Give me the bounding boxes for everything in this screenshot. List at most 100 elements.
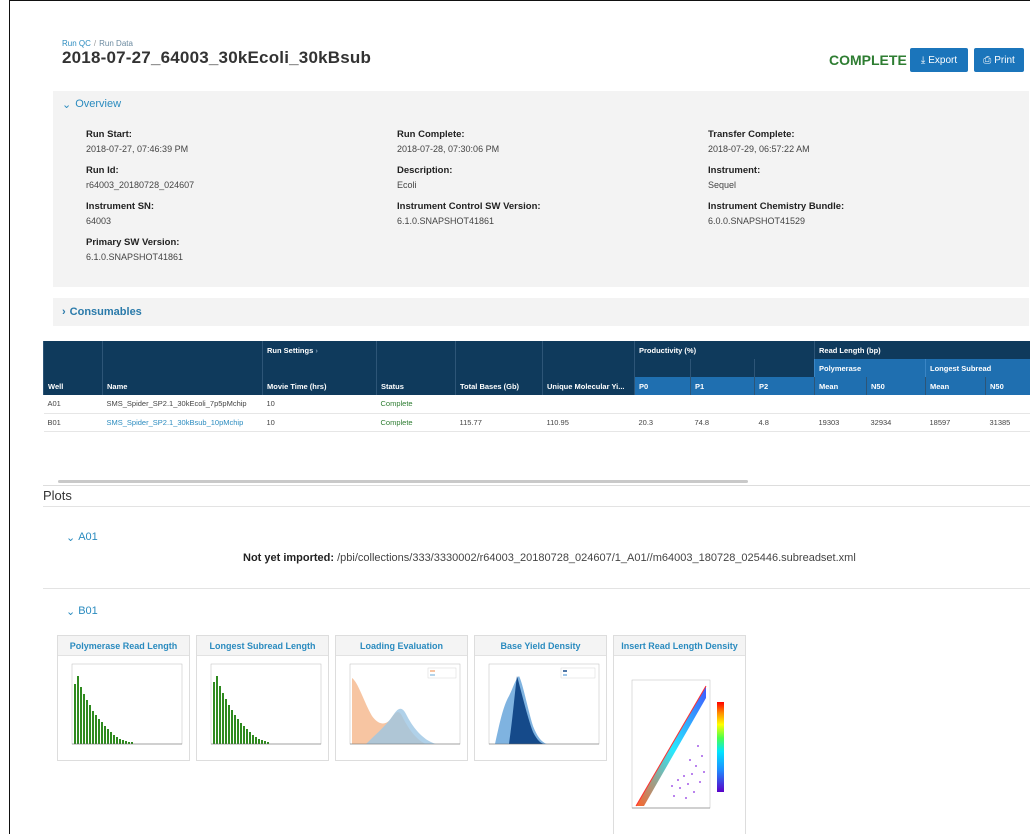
field-label: Run Id: [86,165,119,176]
chevron-down-icon: ⌄ [66,532,76,544]
breadcrumb-run-qc-link[interactable]: Run QC [62,39,91,48]
field-control-sw-version: Instrument Control SW Version: 6.1.0.SNAP… [397,201,541,226]
breadcrumb-current: Run Data [99,39,133,48]
subgroup-polymerase: Polymerase [814,359,926,377]
field-run-start: Run Start: 2018-07-27, 07:46:39 PM [86,129,188,154]
field-value: 2018-07-28, 07:30:06 PM [397,144,500,154]
cell-name: SMS_Spider_SP2.1_30kEcoli_7p5pMchip [102,395,263,414]
field-value: 6.1.0.SNAPSHOT41861 [86,252,184,262]
subgroup-empty [455,359,543,377]
well-a01-toggle[interactable]: ⌄ A01 [66,531,98,544]
field-value: 6.1.0.SNAPSHOT41861 [397,216,495,226]
cell-polymerase-n50: 32934 [866,413,926,432]
group-header-empty [43,341,103,359]
plot-card-longest-subread-length[interactable]: Longest Subread Length [196,635,329,761]
consumables-toggle[interactable]: › Consumables [53,298,1029,326]
cell-p1: 74.8 [690,413,755,432]
plot-card-insert-read-length-density[interactable]: Insert Read Length Density [613,635,746,834]
field-value: 64003 [86,216,112,226]
subgroup-empty [634,359,691,377]
cell-total-bases: 115.77 [455,413,543,432]
well-a01-label: A01 [78,531,98,543]
field-description: Description: Ecoli [397,165,452,190]
group-header-empty [102,341,263,359]
chevron-down-icon: ⌄ [62,98,72,111]
column-header-p2[interactable]: P2 [754,377,815,395]
well-b01-toggle[interactable]: ⌄ B01 [66,605,98,618]
plot-title: Longest Subread Length [197,636,328,656]
cell-movie-time: 10 [262,413,377,432]
plots-heading: Plots [43,488,72,503]
field-label: Description: [397,165,453,176]
field-value: 2018-07-29, 06:57:22 AM [708,144,810,154]
print-button[interactable]: ⎙ Print [974,48,1024,72]
cell-name-link[interactable]: SMS_Spider_SP2.1_30kBsub_10pMchip [102,413,263,432]
export-button[interactable]: ⤓ Export [910,48,968,72]
chevron-down-icon: ⌄ [66,606,76,618]
page-title: 2018-07-27_64003_30kEcoli_30kBsub [62,48,372,67]
field-label: Run Complete: [397,129,465,140]
field-label: Run Start: [86,129,132,140]
subgroup-empty [754,359,815,377]
column-header-polymerase-n50[interactable]: N50 [866,377,926,395]
divider [43,588,1030,589]
column-header-movie-time[interactable]: Movie Time (hrs) [262,377,377,395]
longest-subread-length-histogram [210,663,322,745]
export-label: Export [928,54,958,66]
column-header-well[interactable]: Well [43,377,103,395]
field-run-id: Run Id: r64003_20180728_024607 [86,165,194,190]
column-header-p0[interactable]: P0 [634,377,691,395]
group-header-empty [376,341,456,359]
field-run-complete: Run Complete: 2018-07-28, 07:30:06 PM [397,129,499,154]
column-header-subread-mean[interactable]: Mean [925,377,986,395]
cell-total-bases [455,395,543,414]
plot-card-base-yield-density[interactable]: Base Yield Density [474,635,607,761]
run-settings-label: Run Settings [267,345,314,355]
plot-card-loading-evaluation[interactable]: Loading Evaluation [335,635,468,761]
column-header-name[interactable]: Name [102,377,263,395]
divider [43,506,1030,507]
field-value: 2018-07-27, 07:46:39 PM [86,144,189,154]
print-label: Print [994,54,1015,66]
subgroup-empty [376,359,456,377]
column-header-status[interactable]: Status [376,377,456,395]
column-header-unique-molecular-yield[interactable]: Unique Molecular Yi... [542,377,635,395]
cell-subread-n50: 31385 [985,413,1030,432]
cell-unique-molecular-yield [542,395,635,414]
chevron-right-icon: › [62,306,66,318]
group-header-read-length: Read Length (bp) [813,341,1030,359]
overview-toggle[interactable]: ⌄ Overview [53,91,1029,117]
plot-card-polymerase-read-length[interactable]: Polymerase Read Length [57,635,190,761]
cell-polymerase-mean [814,395,867,414]
table-row[interactable]: A01 SMS_Spider_SP2.1_30kEcoli_7p5pMchip … [43,395,1030,414]
cell-p1 [690,395,755,414]
run-data-table: Run Settings › Productivity (%) Read Len… [43,341,1030,486]
not-imported-path: /pbi/collections/333/3330002/r64003_2018… [337,552,856,564]
cell-p2 [754,395,815,414]
field-label: Instrument SN: [86,201,155,212]
plot-title: Insert Read Length Density [614,636,745,656]
loading-evaluation-density [349,663,461,745]
plot-title: Polymerase Read Length [58,636,189,656]
table-row[interactable]: B01 SMS_Spider_SP2.1_30kBsub_10pMchip 10… [43,413,1030,432]
column-header-total-bases[interactable]: Total Bases (Gb) [455,377,543,395]
overview-label: Overview [75,98,122,110]
cell-subread-mean: 18597 [925,413,986,432]
group-header-productivity: Productivity (%) [634,341,815,359]
column-header-subread-n50[interactable]: N50 [984,377,1030,395]
printer-icon: ⎙ [983,54,992,66]
field-value: 6.0.0.SNAPSHOT41529 [708,216,806,226]
cell-status: Complete [376,413,456,432]
plot-title: Base Yield Density [475,636,606,656]
plot-title: Loading Evaluation [336,636,467,656]
group-header-run-settings[interactable]: Run Settings › [262,341,377,359]
subgroup-empty [690,359,755,377]
column-header-p1[interactable]: P1 [690,377,755,395]
column-header-polymerase-mean[interactable]: Mean [814,377,867,395]
table-horizontal-scrollbar[interactable] [58,480,748,483]
breadcrumb-separator: / [93,39,97,48]
breadcrumb: Run QC / Run Data [62,39,133,48]
field-transfer-complete: Transfer Complete: 2018-07-29, 06:57:22 A… [708,129,810,154]
subgroup-longest-subread: Longest Subread [924,359,1030,377]
cell-subread-mean [925,395,986,414]
